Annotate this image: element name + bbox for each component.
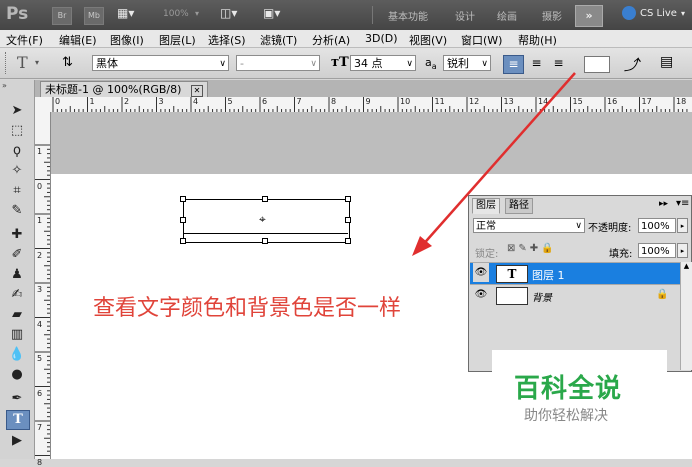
watermark-subtitle: 助你轻松解决: [524, 408, 608, 424]
watermark-title: 百科全说: [514, 374, 623, 404]
watermark: 百科全说 助你轻松解决: [492, 350, 667, 435]
